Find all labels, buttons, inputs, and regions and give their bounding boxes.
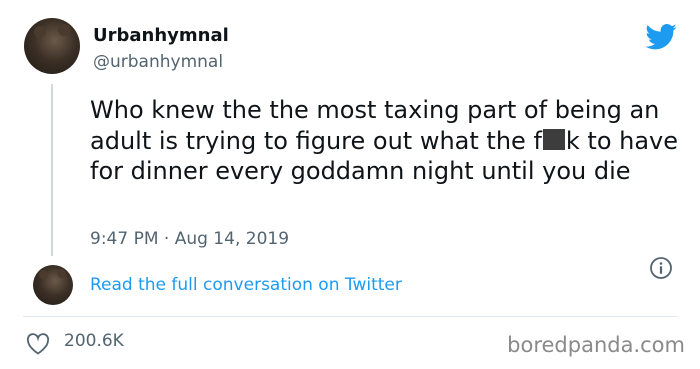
tweet-timestamp[interactable]: 9:47 PM · Aug 14, 2019 [90, 229, 289, 249]
thread-line [51, 84, 53, 256]
avatar-ear-left [34, 26, 46, 38]
twitter-bird-icon[interactable] [645, 24, 677, 50]
heart-icon[interactable] [26, 333, 50, 355]
censor-block [542, 128, 565, 150]
read-full-conversation-link[interactable]: Read the full conversation on Twitter [90, 275, 402, 295]
info-icon[interactable] [649, 256, 673, 280]
author-name[interactable]: Urbanhymnal [93, 25, 229, 46]
divider [23, 316, 677, 317]
avatar-ear-left [39, 270, 48, 279]
like-count: 200.6K [64, 331, 124, 351]
watermark: boredpanda.com [507, 333, 685, 357]
author-handle[interactable]: @urbanhymnal [93, 52, 223, 72]
avatar-ear-right [58, 24, 70, 36]
tweet-text: Who knew the the most taxing part of bei… [90, 95, 680, 187]
author-avatar[interactable] [24, 18, 80, 74]
reply-avatar[interactable] [33, 265, 73, 305]
avatar-ear-right [57, 269, 66, 278]
